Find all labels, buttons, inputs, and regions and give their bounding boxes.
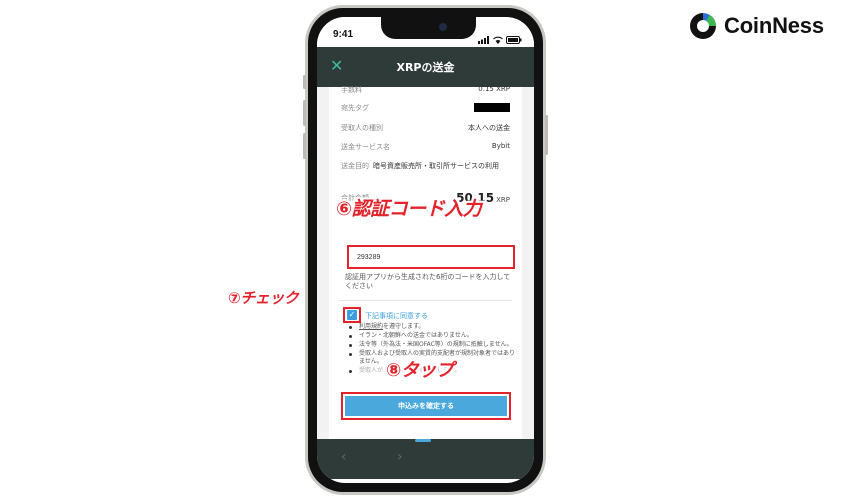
- detail-value: 暗号資産販売所・取引所サービスの利用: [373, 162, 499, 170]
- back-arrow-icon[interactable]: ‹: [341, 449, 347, 465]
- detail-label: 宛先タグ: [341, 104, 369, 112]
- detail-row-recipient-type: 受取人の種別 本人への送金: [341, 123, 510, 133]
- annotation-step6: ⑥認証コード入力: [336, 198, 482, 220]
- list-item: イラン・北朝鮮への送金ではありません。: [347, 332, 517, 340]
- submit-button[interactable]: 申込みを確定する: [345, 396, 507, 416]
- detail-label: 手数料: [341, 86, 362, 94]
- agree-checkbox[interactable]: ✓: [347, 310, 357, 320]
- volume-up-button: [303, 100, 306, 126]
- wifi-icon: [493, 29, 503, 48]
- list-item: 法令等（外為法・米国OFAC等）の規制に抵触しません。: [347, 341, 517, 349]
- total-unit: XRP: [496, 196, 510, 204]
- notch: [381, 17, 476, 39]
- battery-icon: [506, 29, 522, 48]
- auth-code-hint: 認証用アプリから生成された6桁のコードを入力してください: [345, 273, 511, 290]
- app-header: ✕ XRPの送金: [317, 47, 534, 87]
- page-title: XRPの送金: [396, 61, 455, 74]
- detail-row-tag: 宛先タグ: [341, 103, 510, 113]
- main-content[interactable]: 手数料 0.15 XRP 宛先タグ 受取人の種別 本人への送金 送金サービス名 …: [317, 85, 534, 439]
- scroll-handle: [415, 439, 431, 442]
- app-screen: 9:41 ✕ XRPの送金 手数料 0.15 XRP 宛先タグ 受取人の種別 本…: [317, 17, 534, 483]
- submit-button-highlight: 申込みを確定する: [341, 392, 511, 420]
- power-button: [545, 115, 548, 155]
- mute-switch: [303, 75, 306, 89]
- auth-code-input[interactable]: 293289: [347, 245, 515, 269]
- brand-name: CoinNess: [724, 13, 824, 38]
- annotation-step8: ⑧タップ: [386, 360, 454, 381]
- auth-code-value: 293289: [357, 254, 381, 261]
- coinness-logo: CoinNess: [688, 10, 824, 42]
- agree-label[interactable]: 下記事項に同意する: [365, 311, 428, 321]
- transfer-summary-card: 手数料 0.15 XRP 宛先タグ 受取人の種別 本人への送金 送金サービス名 …: [329, 85, 522, 439]
- detail-label: 送金サービス名: [341, 143, 390, 151]
- volume-down-button: [303, 133, 306, 159]
- redacted-value: [474, 103, 510, 112]
- phone-frame: 9:41 ✕ XRPの送金 手数料 0.15 XRP 宛先タグ 受取人の種別 本…: [303, 5, 548, 495]
- detail-row-purpose: 送金目的 暗号資産販売所・取引所サービスの利用: [341, 161, 510, 171]
- detail-value: 本人への送金: [468, 124, 510, 132]
- detail-value: 0.15 XRP: [478, 85, 510, 93]
- detail-label: 受取人の種別: [341, 124, 383, 132]
- detail-label: 送金目的: [341, 162, 369, 170]
- browser-toolbar: ‹ ›: [317, 439, 534, 479]
- coinness-logo-mark-icon: [688, 11, 718, 41]
- annotation-step7: ⑦チェック: [228, 289, 299, 307]
- terms-link[interactable]: 利用規約: [359, 323, 383, 330]
- list-item: 利用規約を遵守します。: [347, 323, 517, 331]
- detail-row-service: 送金サービス名 Bybit: [341, 142, 510, 152]
- forward-arrow-icon[interactable]: ›: [397, 449, 403, 465]
- signal-icon: [478, 29, 490, 48]
- agree-checkbox-highlight: ✓: [343, 307, 361, 323]
- detail-row-fee: 手数料 0.15 XRP: [341, 85, 510, 95]
- divider: [339, 300, 512, 301]
- status-time: 9:41: [333, 29, 354, 40]
- detail-value: Bybit: [491, 142, 510, 150]
- camera-icon: [439, 23, 447, 31]
